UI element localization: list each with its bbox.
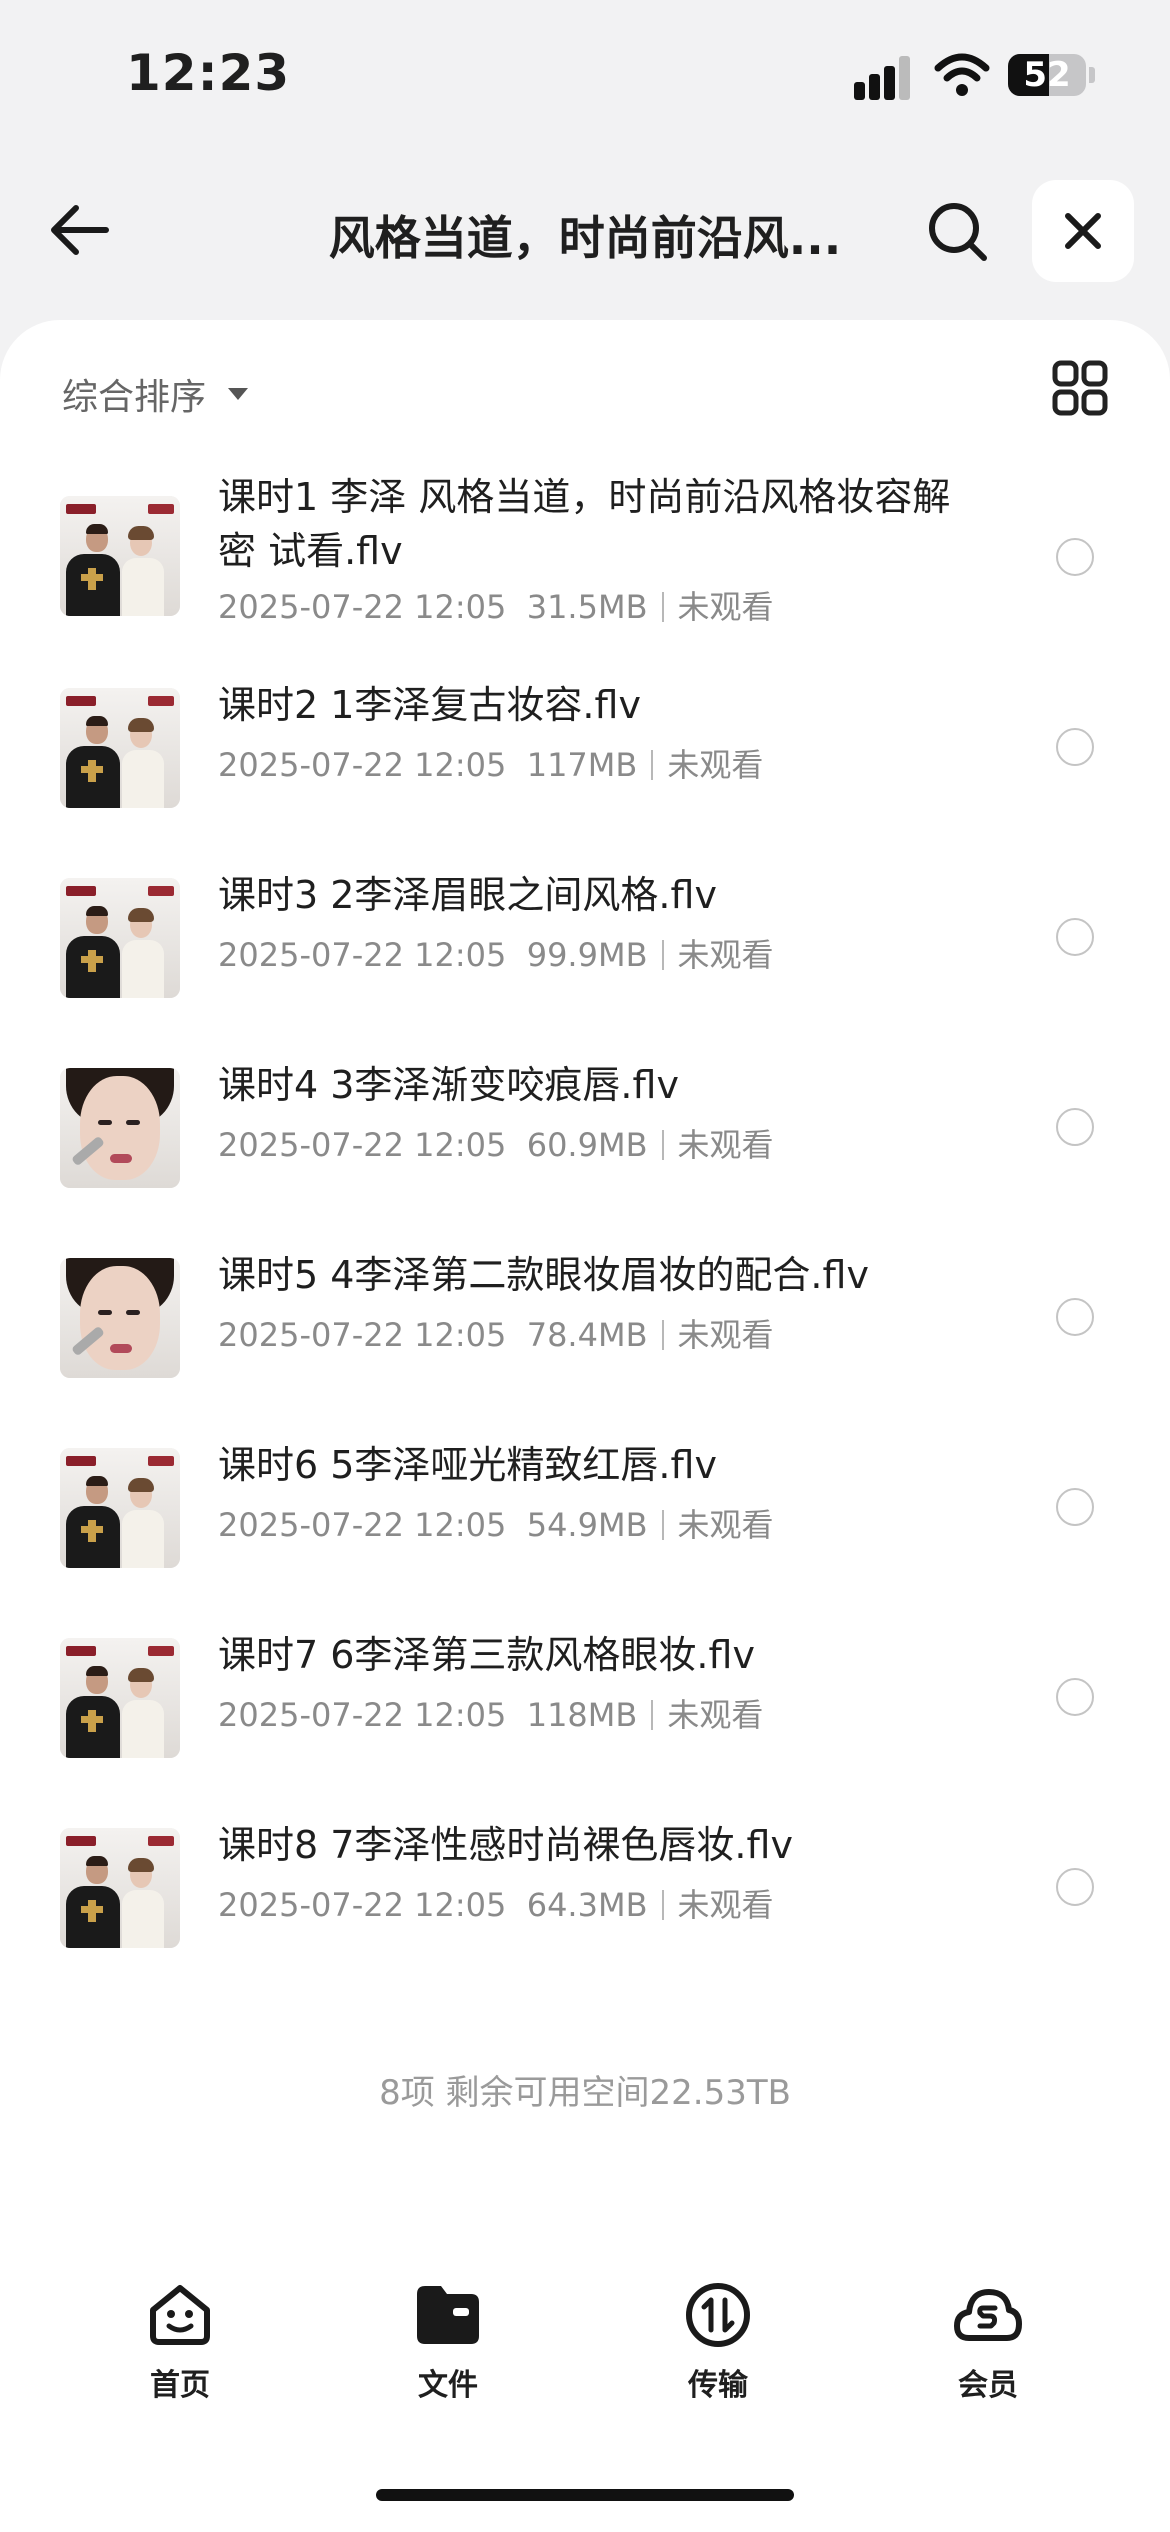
file-date: 2025-07-22 12:05	[218, 1886, 507, 1924]
file-size: 31.5MB	[526, 588, 648, 626]
watch-status: 未观看	[677, 1126, 774, 1164]
watch-status: 未观看	[677, 936, 774, 974]
file-date: 2025-07-22 12:05	[218, 1696, 507, 1734]
file-name: 课时6 5李泽哑光精致红唇.flv	[218, 1443, 717, 1487]
video-thumbnail	[60, 1258, 180, 1378]
sort-label: 综合排序	[62, 377, 207, 418]
file-name: 课时7 6李泽第三款风格眼妆.flv	[218, 1633, 755, 1677]
watch-status: 未观看	[667, 746, 764, 784]
file-name: 课时8 7李泽性感时尚裸色唇妆.flv	[218, 1823, 793, 1867]
video-thumbnail	[60, 1448, 180, 1568]
video-thumbnail	[60, 496, 180, 616]
tab-bar: 首页 文件 传输 会员	[0, 2280, 1170, 2430]
file-name: 课时1 李泽 风格当道，时尚前沿风格妆容解密 试看.flv	[218, 475, 951, 573]
caret-down-icon	[228, 388, 249, 400]
sort-dropdown[interactable]: 综合排序	[62, 368, 249, 420]
file-size: 99.9MB	[526, 936, 648, 974]
grid-view-icon[interactable]	[1052, 360, 1108, 416]
tab-files[interactable]: 文件	[348, 2280, 548, 2404]
file-name: 课时4 3李泽渐变咬痕唇.flv	[218, 1063, 679, 1107]
tab-transfer-label: 传输	[688, 2368, 748, 2403]
transfer-icon	[686, 2283, 750, 2347]
meta-divider	[661, 1510, 664, 1540]
status-bar: 12:23 52	[0, 0, 1170, 150]
file-meta: 2025-07-22 12:05 64.3MB 未观看	[218, 1880, 774, 1926]
battery-tip	[1089, 67, 1095, 83]
watch-status: 未观看	[677, 1886, 774, 1924]
file-meta: 2025-07-22 12:05 117MB 未观看	[218, 740, 763, 786]
file-size: 60.9MB	[526, 1126, 648, 1164]
home-face-icon	[150, 2285, 210, 2345]
file-size: 118MB	[526, 1696, 638, 1734]
watch-status: 未观看	[667, 1696, 764, 1734]
video-thumbnail	[60, 1828, 180, 1948]
close-icon	[1065, 213, 1101, 249]
tab-transfer[interactable]: 传输	[618, 2280, 818, 2404]
status-time: 12:23	[126, 44, 291, 102]
select-radio[interactable]	[1056, 918, 1094, 956]
meta-divider	[661, 1320, 664, 1350]
file-date: 2025-07-22 12:05	[218, 1316, 507, 1354]
meta-divider	[661, 1890, 664, 1920]
meta-divider	[661, 940, 664, 970]
file-meta: 2025-07-22 12:05 31.5MB 未观看	[218, 582, 774, 628]
file-size: 64.3MB	[526, 1886, 648, 1924]
video-thumbnail	[60, 1638, 180, 1758]
select-radio[interactable]	[1056, 1868, 1094, 1906]
close-button[interactable]	[1032, 180, 1134, 282]
folder-icon	[417, 2286, 479, 2344]
file-meta: 2025-07-22 12:05 60.9MB 未观看	[218, 1120, 774, 1166]
file-size: 54.9MB	[526, 1506, 648, 1544]
file-list-card: 综合排序 课时1 李泽 风格当道，时尚前沿风格妆容解密 试看.flv 2025-0…	[0, 320, 1170, 2532]
file-name: 课时2 1李泽复古妆容.flv	[218, 683, 641, 727]
tab-files-label: 文件	[418, 2368, 478, 2403]
file-size: 78.4MB	[526, 1316, 648, 1354]
arrow-left-icon[interactable]	[46, 200, 116, 260]
file-date: 2025-07-22 12:05	[218, 1126, 507, 1164]
select-radio[interactable]	[1056, 1488, 1094, 1526]
wifi-icon	[934, 53, 990, 96]
tab-home-label: 首页	[150, 2368, 210, 2403]
meta-divider	[661, 592, 664, 622]
home-indicator	[376, 2489, 794, 2501]
storage-summary: 8项 剩余可用空间22.53TB	[379, 2073, 791, 2113]
file-date: 2025-07-22 12:05	[218, 746, 507, 784]
video-thumbnail	[60, 878, 180, 998]
battery-level: 52	[1023, 55, 1071, 95]
tab-member[interactable]: 会员	[888, 2280, 1088, 2404]
watch-status: 未观看	[677, 1506, 774, 1544]
cellular-signal-icon	[854, 56, 912, 100]
file-name: 课时5 4李泽第二款眼妆眉妆的配合.flv	[218, 1253, 869, 1297]
member-cloud-icon	[954, 2289, 1022, 2341]
file-name: 课时3 2李泽眉眼之间风格.flv	[218, 873, 717, 917]
tab-home[interactable]: 首页	[80, 2280, 280, 2404]
search-icon[interactable]	[926, 200, 990, 264]
video-thumbnail	[60, 688, 180, 808]
meta-divider	[651, 750, 654, 780]
page-title: 风格当道，时尚前沿风...	[328, 211, 842, 265]
file-meta: 2025-07-22 12:05 54.9MB 未观看	[218, 1500, 774, 1546]
battery-icon: 52	[1008, 54, 1086, 96]
file-date: 2025-07-22 12:05	[218, 588, 507, 626]
watch-status: 未观看	[677, 588, 774, 626]
meta-divider	[651, 1700, 654, 1730]
select-radio[interactable]	[1056, 538, 1094, 576]
file-date: 2025-07-22 12:05	[218, 936, 507, 974]
meta-divider	[661, 1130, 664, 1160]
select-radio[interactable]	[1056, 1108, 1094, 1146]
file-meta: 2025-07-22 12:05 118MB 未观看	[218, 1690, 763, 1736]
tab-member-label: 会员	[958, 2368, 1018, 2403]
file-size: 117MB	[526, 746, 638, 784]
file-meta: 2025-07-22 12:05 99.9MB 未观看	[218, 930, 774, 976]
file-meta: 2025-07-22 12:05 78.4MB 未观看	[218, 1310, 774, 1356]
watch-status: 未观看	[677, 1316, 774, 1354]
video-thumbnail	[60, 1068, 180, 1188]
select-radio[interactable]	[1056, 728, 1094, 766]
select-radio[interactable]	[1056, 1298, 1094, 1336]
file-date: 2025-07-22 12:05	[218, 1506, 507, 1544]
select-radio[interactable]	[1056, 1678, 1094, 1716]
header: 风格当道，时尚前沿风...	[0, 170, 1170, 290]
